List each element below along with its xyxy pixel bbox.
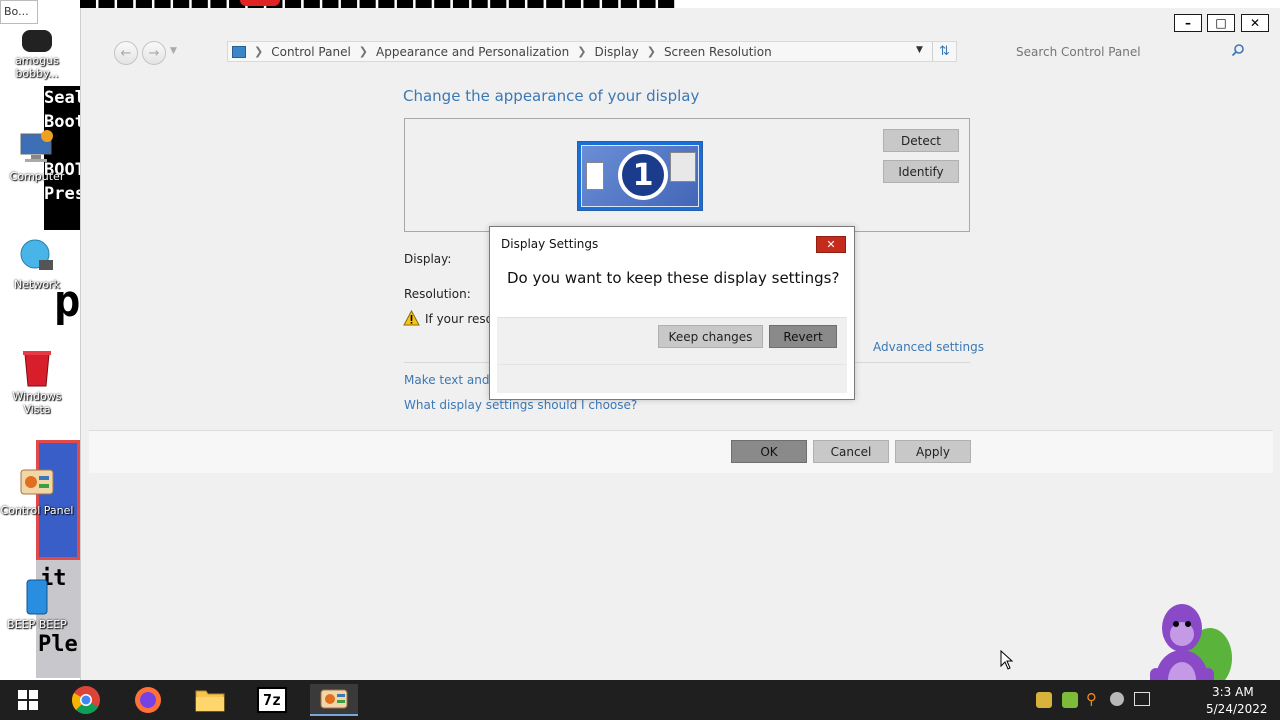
minimize-button[interactable]: – (1174, 14, 1202, 32)
detect-button[interactable]: Detect (883, 129, 959, 152)
display-help-link[interactable]: What display settings should I choose? (404, 398, 637, 412)
keep-changes-button[interactable]: Keep changes (658, 325, 763, 348)
chrome-icon[interactable] (62, 684, 110, 716)
7zip-icon[interactable]: 7z (248, 684, 296, 716)
start-button[interactable] (4, 684, 52, 716)
file-explorer-icon[interactable] (186, 684, 234, 716)
breadcrumb-control-panel[interactable]: Control Panel (271, 45, 351, 59)
desktop-icon-label: Computer (9, 170, 65, 183)
display-settings-dialog: Display Settings ✕ Do you want to keep t… (489, 226, 855, 400)
firefox-icon[interactable] (124, 684, 172, 716)
address-dropdown-icon[interactable]: ▼ (916, 45, 923, 55)
breadcrumb-screen-resolution[interactable]: Screen Resolution (664, 45, 772, 59)
warning-icon (403, 309, 420, 329)
desktop-icon-label: BEEP BEEP (7, 618, 67, 631)
dialog-inner-divider (497, 364, 847, 365)
forward-arrow-icon: → (148, 45, 160, 61)
tooltip: Bo... (0, 0, 38, 24)
search-tray-icon[interactable]: ⚲ (1086, 690, 1097, 708)
shortcut-icon (17, 576, 57, 616)
search-icon[interactable] (1231, 43, 1245, 60)
mouse-cursor-icon (1000, 649, 1014, 673)
monitor-window-left (586, 162, 604, 190)
desktop-icon-amogus[interactable]: amogus bobby... (0, 30, 74, 80)
forward-button[interactable]: → (142, 41, 166, 65)
shortcut-icon (22, 30, 52, 52)
desktop-icon-windows-vista[interactable]: Windows Vista (0, 348, 74, 416)
breadcrumb-appearance[interactable]: Appearance and Personalization (376, 45, 569, 59)
revert-button[interactable]: Revert (769, 325, 837, 348)
dialog-title: Display Settings (501, 237, 599, 251)
desktop-icon-network[interactable]: Network (0, 236, 74, 291)
search-input[interactable] (1006, 44, 1216, 59)
wallpaper-text: Ple (38, 632, 78, 657)
chevron-right-icon[interactable]: ❯ (647, 45, 656, 58)
resolution-label: Resolution: (404, 287, 471, 301)
page-heading: Change the appearance of your display (403, 87, 700, 105)
clock-date[interactable]: 5/24/2022 (1206, 702, 1268, 716)
history-dropdown-icon[interactable]: ▼ (170, 46, 177, 56)
wallpaper-banner: ████████████████████████████████ (80, 0, 1280, 8)
tray-icon[interactable] (1036, 692, 1052, 708)
desktop-icon-beep-beep[interactable]: BEEP BEEP (0, 576, 74, 631)
network-icon (17, 236, 57, 276)
network-tray-icon[interactable] (1134, 692, 1150, 706)
close-icon: ✕ (826, 238, 836, 251)
tray-icon[interactable] (1062, 692, 1078, 708)
desktop-icon-label: Control Panel (0, 504, 74, 517)
desktop-icon-label: Windows Vista (12, 390, 62, 416)
recycle-bin-icon (17, 348, 57, 388)
chevron-right-icon: ❯ (254, 45, 264, 58)
display-label: Display: (404, 252, 452, 266)
desktop-icon-label: Network (14, 278, 60, 291)
dialog-question: Do you want to keep these display settin… (507, 269, 840, 287)
tray-icon[interactable] (1110, 692, 1124, 706)
address-bar[interactable]: ❯ Control Panel ❯ Appearance and Persona… (227, 41, 957, 62)
ok-button[interactable]: OK (731, 440, 807, 463)
monitor-number-badge: 1 (618, 150, 668, 200)
control-panel-small-icon (232, 45, 246, 58)
computer-icon (17, 128, 57, 168)
warning-text: If your resol (425, 312, 497, 326)
footer-bar (89, 431, 1273, 473)
dialog-close-button[interactable]: ✕ (816, 236, 846, 253)
back-arrow-icon: ← (120, 45, 132, 61)
control-panel-icon (17, 462, 57, 502)
close-window-button[interactable]: ✕ (1241, 14, 1269, 32)
wallpaper-text: Pres (44, 184, 85, 204)
monitor-window-right (670, 152, 696, 182)
back-button[interactable]: ← (114, 41, 138, 65)
chevron-right-icon[interactable]: ❯ (359, 45, 368, 58)
monitor-screen: 1 (581, 145, 699, 207)
breadcrumb-display[interactable]: Display (594, 45, 638, 59)
wallpaper-text: Seal (44, 88, 85, 108)
cancel-button[interactable]: Cancel (813, 440, 889, 463)
desktop-icon-control-panel[interactable]: Control Panel (0, 462, 74, 517)
apply-button[interactable]: Apply (895, 440, 971, 463)
search-control-panel-box[interactable] (1006, 41, 1250, 62)
control-panel-taskbar-icon[interactable] (310, 684, 358, 716)
desktop-icon-computer[interactable]: Computer (0, 128, 74, 183)
monitor-arrangement-panel: 1 Detect Identify (404, 118, 970, 232)
maximize-button[interactable]: □ (1207, 14, 1235, 32)
advanced-settings-link[interactable]: Advanced settings (873, 340, 984, 354)
refresh-icon[interactable]: ⇅ (932, 42, 956, 61)
chevron-right-icon[interactable]: ❯ (577, 45, 586, 58)
windows-logo-icon (18, 690, 38, 710)
monitor-1-tile[interactable]: 1 (577, 141, 703, 211)
clock-time[interactable]: 3:3 AM (1212, 685, 1254, 699)
identify-button[interactable]: Identify (883, 160, 959, 183)
taskbar: 7z ⚲ 3:3 AM 5/24/2022 (0, 680, 1280, 720)
desktop-icon-label: amogus bobby... (15, 54, 59, 80)
